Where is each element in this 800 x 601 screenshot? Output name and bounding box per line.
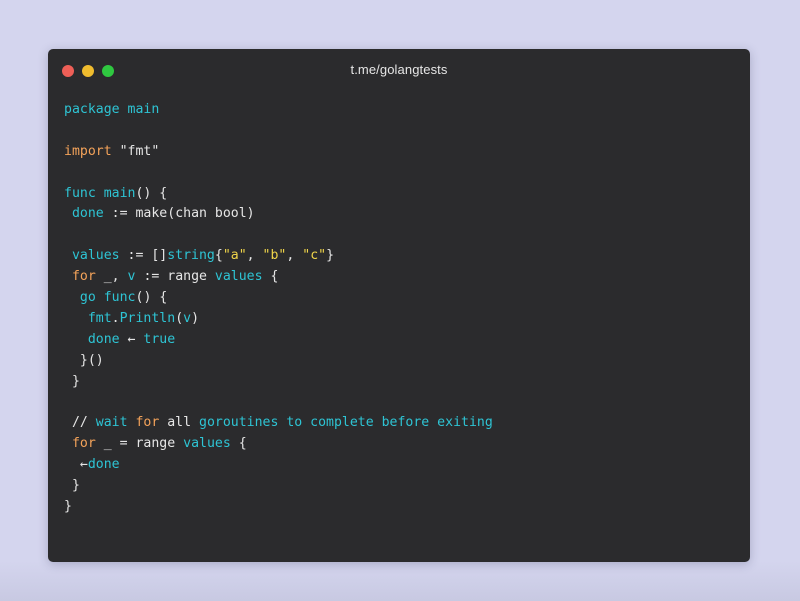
code-token: chan bbox=[175, 206, 207, 222]
code-token: v bbox=[127, 269, 136, 285]
code-token: string bbox=[167, 248, 215, 264]
code-token: . bbox=[111, 310, 120, 326]
code-token: ( bbox=[175, 310, 184, 326]
code-token: true bbox=[143, 331, 176, 347]
code-token: done bbox=[71, 206, 104, 222]
code-token: _ = range bbox=[95, 436, 184, 452]
code-line: } bbox=[64, 497, 740, 518]
code-token: bool) bbox=[206, 206, 255, 222]
code-token: for bbox=[71, 436, 96, 452]
code-token: } bbox=[326, 248, 335, 264]
code-token: := bbox=[103, 206, 136, 222]
code-token: v bbox=[183, 310, 192, 326]
code-token: () { bbox=[135, 185, 168, 201]
code-token: "fmt" bbox=[119, 143, 160, 159]
code-token: for bbox=[71, 269, 96, 285]
code-token: done bbox=[87, 457, 120, 473]
code-block: package main import "fmt" func main() { do… bbox=[64, 100, 740, 518]
code-line: ←done bbox=[64, 455, 740, 476]
code-line: go func() { bbox=[64, 288, 740, 309]
code-token: , bbox=[286, 248, 303, 264]
code-token: := [] bbox=[119, 248, 168, 264]
code-token: func bbox=[64, 185, 104, 201]
window-title: t.me/golangtests bbox=[350, 62, 448, 77]
code-line: for _, v := range values { bbox=[64, 267, 740, 288]
code-token: func bbox=[103, 290, 136, 306]
code-line: for _ = range values { bbox=[64, 434, 740, 455]
code-token: { bbox=[214, 248, 223, 264]
code-line: func main() { bbox=[64, 184, 740, 205]
code-token: fmt bbox=[87, 310, 112, 326]
code-token: Println bbox=[119, 310, 176, 326]
code-line: fmt.Println(v) bbox=[64, 309, 740, 330]
code-token: import bbox=[64, 143, 120, 159]
code-line: }() bbox=[64, 351, 740, 372]
code-token: wait bbox=[95, 415, 136, 431]
code-token: _, bbox=[95, 269, 128, 285]
code-token: "c" bbox=[302, 248, 327, 264]
code-token: , bbox=[246, 248, 263, 264]
page-background-band bbox=[0, 561, 800, 601]
code-token: }() bbox=[64, 352, 104, 368]
code-token: done bbox=[87, 331, 120, 347]
code-window: t.me/golangtests package main import "fmt… bbox=[48, 49, 750, 562]
code-line: import "fmt" bbox=[64, 142, 740, 163]
code-token: values bbox=[214, 269, 263, 285]
code-token: } bbox=[64, 373, 80, 389]
code-token: } bbox=[64, 498, 72, 514]
code-token: ( bbox=[167, 206, 176, 222]
code-token: main bbox=[103, 185, 136, 201]
code-token: go bbox=[79, 290, 96, 306]
code-token: ← bbox=[119, 331, 144, 347]
code-line: } bbox=[64, 372, 740, 393]
window-titlebar: t.me/golangtests bbox=[48, 49, 750, 91]
code-token: values bbox=[71, 248, 120, 264]
code-token: { bbox=[262, 269, 279, 285]
code-token: "a" bbox=[222, 248, 247, 264]
code-line: } bbox=[64, 476, 740, 497]
code-token: ← bbox=[64, 457, 88, 473]
code-line: done := make(chan bool) bbox=[64, 204, 740, 225]
code-token: package main bbox=[64, 102, 160, 117]
code-line: // wait for all goroutines to complete b… bbox=[64, 413, 740, 434]
code-token: range bbox=[167, 269, 207, 285]
code-token: goroutines to complete before exiting bbox=[199, 415, 493, 431]
code-token: for bbox=[135, 415, 160, 431]
code-token: // bbox=[64, 415, 96, 431]
code-token: () { bbox=[135, 290, 168, 306]
code-token: { bbox=[230, 436, 247, 452]
code-token: } bbox=[64, 478, 80, 494]
code-token: make bbox=[135, 206, 168, 222]
code-token: ) bbox=[191, 310, 200, 326]
code-token: all bbox=[159, 415, 199, 431]
code-token: values bbox=[183, 436, 231, 452]
code-token: := bbox=[135, 269, 168, 285]
code-line: package main bbox=[64, 100, 740, 121]
code-line: values := []string{"a", "b", "c"} bbox=[64, 246, 740, 267]
code-line: done ← true bbox=[64, 330, 740, 351]
code-token: "b" bbox=[262, 248, 287, 264]
